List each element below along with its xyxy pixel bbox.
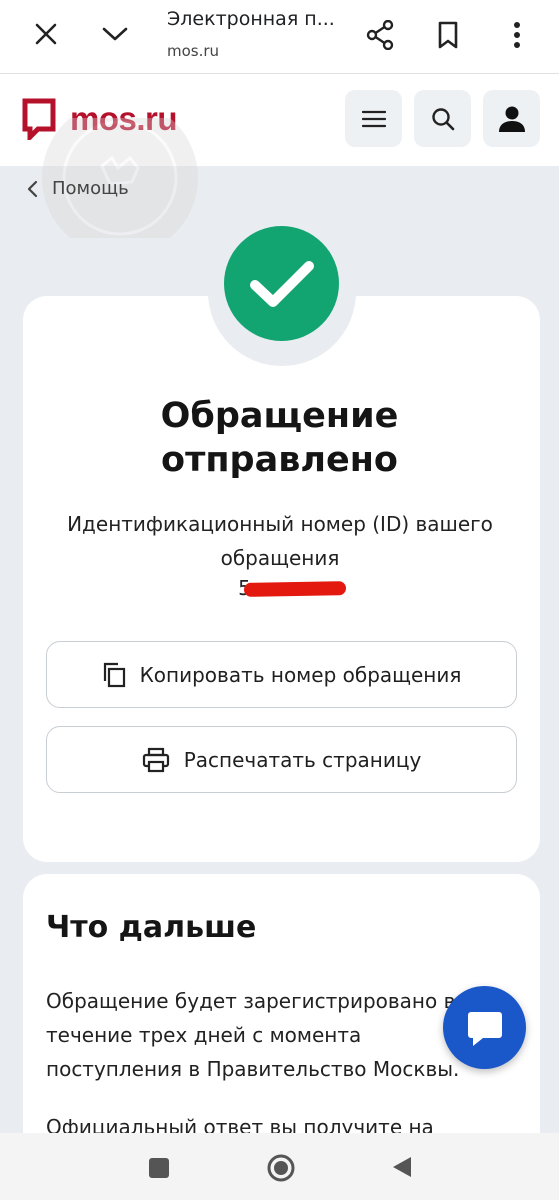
- more-vert-icon[interactable]: [504, 18, 530, 52]
- next-steps-text-2: Официальный ответ вы получите на: [46, 1115, 434, 1134]
- search-button[interactable]: [414, 90, 471, 147]
- chevron-down-icon[interactable]: [98, 18, 132, 50]
- logo-text: mos.ru: [70, 100, 178, 137]
- result-description: Идентификационный номер (ID) вашего обра…: [67, 512, 493, 570]
- redaction-mark: [243, 581, 347, 597]
- back-icon[interactable]: [389, 1153, 415, 1181]
- next-steps-title: Что дальше: [46, 910, 257, 945]
- profile-button[interactable]: [483, 90, 540, 147]
- recents-icon[interactable]: [146, 1155, 172, 1181]
- printer-icon: [142, 747, 169, 772]
- chat-button[interactable]: [443, 986, 526, 1069]
- copy-id-label: Копировать номер обращения: [139, 662, 462, 687]
- close-icon[interactable]: [30, 18, 62, 50]
- breadcrumb-label: Помощь: [52, 178, 129, 199]
- site-header: mos.ru: [0, 74, 559, 166]
- result-title: Обращение отправлено: [0, 394, 559, 482]
- share-icon[interactable]: [363, 18, 397, 52]
- menu-button[interactable]: [345, 90, 402, 147]
- search-icon: [431, 107, 454, 130]
- system-nav-bar: [0, 1133, 559, 1200]
- result-title-line1: Обращение: [160, 396, 399, 436]
- result-title-line2: отправлено: [161, 440, 398, 480]
- copy-icon: [103, 662, 125, 687]
- copy-id-button[interactable]: Копировать номер обращения: [46, 641, 517, 708]
- next-steps-text: Обращение будет зарегистрировано в течен…: [46, 989, 460, 1081]
- print-page-label: Распечатать страницу: [183, 747, 422, 772]
- success-badge: [224, 226, 339, 341]
- print-page-button[interactable]: Распечатать страницу: [46, 726, 517, 793]
- page-title[interactable]: Электронная п...: [167, 8, 335, 30]
- home-icon[interactable]: [265, 1152, 297, 1184]
- browser-toolbar: Электронная п... mos.ru: [0, 0, 559, 74]
- page-url[interactable]: mos.ru: [167, 42, 219, 60]
- chat-icon: [467, 1011, 502, 1046]
- site-logo[interactable]: mos.ru: [22, 98, 178, 140]
- bookmark-icon[interactable]: [433, 18, 463, 52]
- chevron-left-icon: [27, 180, 38, 197]
- user-icon: [498, 106, 525, 132]
- breadcrumb[interactable]: Помощь: [26, 178, 129, 199]
- logo-icon: [22, 98, 56, 140]
- menu-icon: [361, 110, 386, 127]
- checkmark-icon: [249, 260, 314, 307]
